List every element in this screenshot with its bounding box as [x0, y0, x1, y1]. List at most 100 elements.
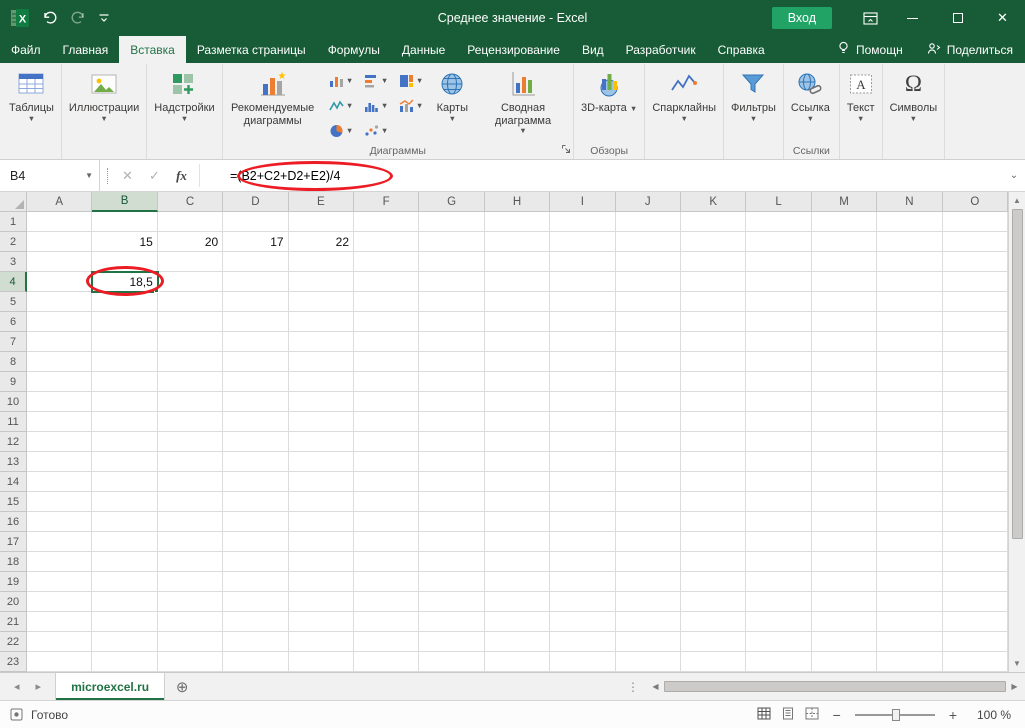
cell-N2[interactable] [877, 232, 942, 252]
cell-L14[interactable] [746, 472, 811, 492]
cell-E19[interactable] [289, 572, 354, 592]
cell-K10[interactable] [681, 392, 746, 412]
cell-L7[interactable] [746, 332, 811, 352]
cell-F3[interactable] [354, 252, 419, 272]
tab-file[interactable]: Файл [0, 36, 52, 63]
cell-I7[interactable] [550, 332, 615, 352]
column-header-H[interactable]: H [485, 192, 550, 212]
cell-E17[interactable] [289, 532, 354, 552]
zoom-slider[interactable] [855, 708, 935, 722]
cell-O10[interactable] [943, 392, 1008, 412]
cell-L12[interactable] [746, 432, 811, 452]
row-header-9[interactable]: 9 [0, 372, 27, 392]
hierarchy-chart-button[interactable]: ▼ [394, 68, 429, 93]
cell-L17[interactable] [746, 532, 811, 552]
link-button[interactable]: Ссылка ▼ [785, 65, 836, 143]
cell-I8[interactable] [550, 352, 615, 372]
cell-N19[interactable] [877, 572, 942, 592]
row-header-13[interactable]: 13 [0, 452, 27, 472]
cell-H2[interactable] [485, 232, 550, 252]
scroll-right-icon[interactable]: ▶ [1006, 682, 1023, 691]
cell-D14[interactable] [223, 472, 288, 492]
cell-G13[interactable] [419, 452, 484, 472]
cell-O23[interactable] [943, 652, 1008, 672]
cell-G5[interactable] [419, 292, 484, 312]
cell-F18[interactable] [354, 552, 419, 572]
cell-K22[interactable] [681, 632, 746, 652]
cell-J13[interactable] [616, 452, 681, 472]
cell-K20[interactable] [681, 592, 746, 612]
cell-E3[interactable] [289, 252, 354, 272]
cell-F16[interactable] [354, 512, 419, 532]
cell-J3[interactable] [616, 252, 681, 272]
cell-B17[interactable] [92, 532, 157, 552]
row-header-7[interactable]: 7 [0, 332, 27, 352]
vertical-scrollbar[interactable]: ▲ ▼ [1008, 192, 1025, 672]
cell-G17[interactable] [419, 532, 484, 552]
cell-E8[interactable] [289, 352, 354, 372]
row-header-8[interactable]: 8 [0, 352, 27, 372]
zoom-level[interactable]: 100 % [971, 708, 1011, 722]
cell-A22[interactable] [27, 632, 92, 652]
cell-C3[interactable] [158, 252, 223, 272]
cell-B8[interactable] [92, 352, 157, 372]
cell-C20[interactable] [158, 592, 223, 612]
cell-K14[interactable] [681, 472, 746, 492]
cell-O16[interactable] [943, 512, 1008, 532]
column-header-J[interactable]: J [616, 192, 681, 212]
cell-C17[interactable] [158, 532, 223, 552]
cell-J7[interactable] [616, 332, 681, 352]
row-header-5[interactable]: 5 [0, 292, 27, 312]
cell-M12[interactable] [812, 432, 877, 452]
cell-K21[interactable] [681, 612, 746, 632]
cell-J6[interactable] [616, 312, 681, 332]
formula-bar-drag-handle[interactable] [100, 160, 114, 191]
cell-A20[interactable] [27, 592, 92, 612]
cell-I14[interactable] [550, 472, 615, 492]
cell-F6[interactable] [354, 312, 419, 332]
filters-button[interactable]: Фильтры ▼ [725, 65, 782, 143]
cell-E20[interactable] [289, 592, 354, 612]
cell-I22[interactable] [550, 632, 615, 652]
cell-H9[interactable] [485, 372, 550, 392]
cell-L1[interactable] [746, 212, 811, 232]
cell-E10[interactable] [289, 392, 354, 412]
zoom-slider-thumb[interactable] [892, 709, 900, 721]
tab-help[interactable]: Справка [707, 36, 776, 63]
cell-G18[interactable] [419, 552, 484, 572]
cell-M19[interactable] [812, 572, 877, 592]
cell-C13[interactable] [158, 452, 223, 472]
row-header-19[interactable]: 19 [0, 572, 27, 592]
row-header-17[interactable]: 17 [0, 532, 27, 552]
cell-A23[interactable] [27, 652, 92, 672]
cell-G9[interactable] [419, 372, 484, 392]
cell-E15[interactable] [289, 492, 354, 512]
cell-O22[interactable] [943, 632, 1008, 652]
cell-F1[interactable] [354, 212, 419, 232]
cell-A19[interactable] [27, 572, 92, 592]
cell-H17[interactable] [485, 532, 550, 552]
cell-M1[interactable] [812, 212, 877, 232]
cell-F10[interactable] [354, 392, 419, 412]
cell-F12[interactable] [354, 432, 419, 452]
cell-D13[interactable] [223, 452, 288, 472]
cell-E1[interactable] [289, 212, 354, 232]
cell-E22[interactable] [289, 632, 354, 652]
previous-sheet-icon[interactable]: ◂ [14, 680, 20, 693]
scatter-chart-button[interactable]: ▼ [359, 118, 394, 143]
cell-O8[interactable] [943, 352, 1008, 372]
redo-icon[interactable] [70, 10, 86, 26]
cell-O15[interactable] [943, 492, 1008, 512]
column-header-L[interactable]: L [746, 192, 811, 212]
cell-G6[interactable] [419, 312, 484, 332]
sheet-tab-active[interactable]: microexcel.ru [55, 673, 165, 700]
cell-N5[interactable] [877, 292, 942, 312]
cell-D8[interactable] [223, 352, 288, 372]
select-all-corner[interactable] [0, 192, 27, 212]
cell-K3[interactable] [681, 252, 746, 272]
cell-E6[interactable] [289, 312, 354, 332]
cell-O1[interactable] [943, 212, 1008, 232]
cell-C10[interactable] [158, 392, 223, 412]
cell-M2[interactable] [812, 232, 877, 252]
cell-M14[interactable] [812, 472, 877, 492]
